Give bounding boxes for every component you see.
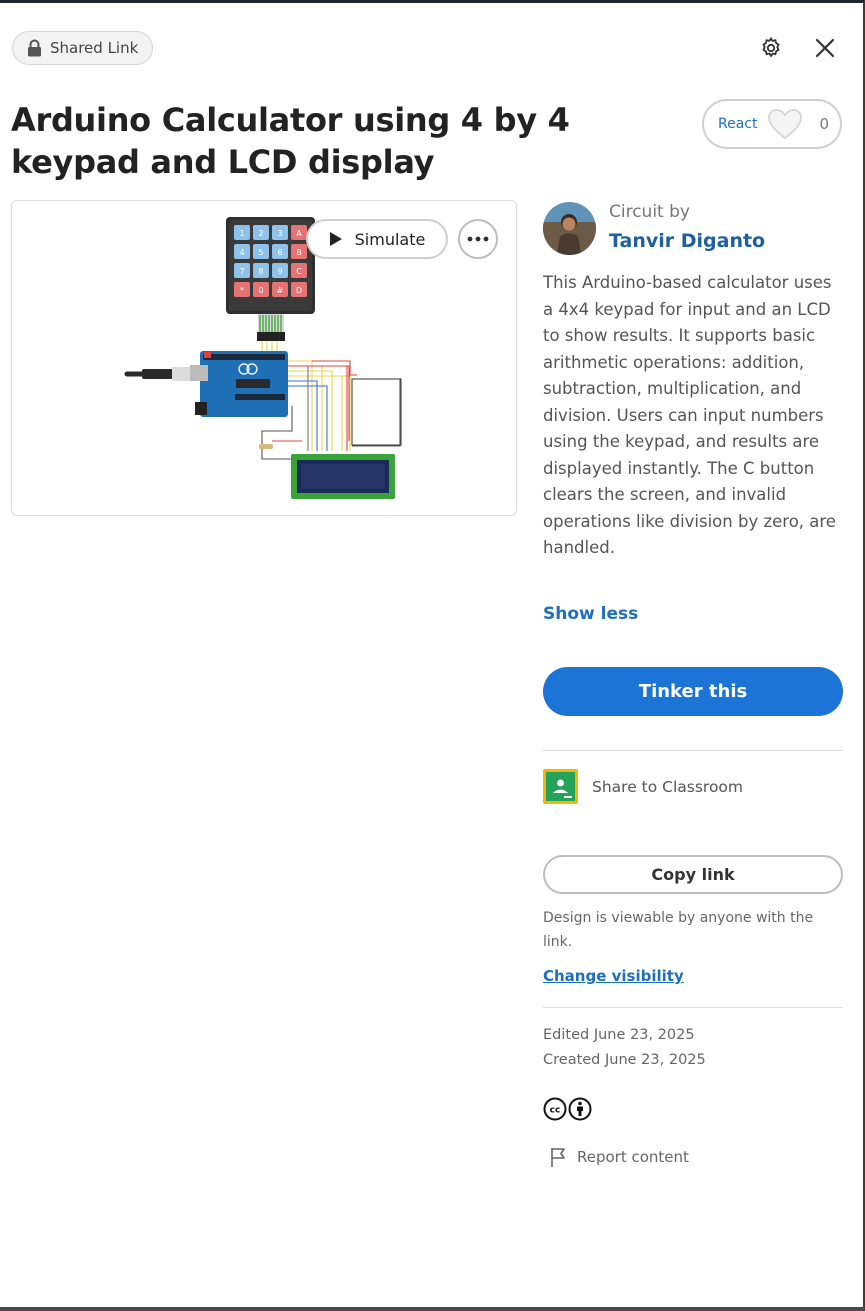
- simulate-button[interactable]: Simulate: [306, 219, 448, 259]
- share-to-classroom-button[interactable]: Share to Classroom: [543, 769, 743, 804]
- keypad-key-label: 2: [258, 229, 263, 238]
- react-count: 0: [819, 115, 830, 133]
- react-label: React: [718, 116, 758, 132]
- copy-link-button[interactable]: Copy link: [543, 855, 843, 894]
- show-less-link[interactable]: Show less: [543, 604, 638, 624]
- close-button[interactable]: [810, 33, 840, 63]
- keypad-key-label: D: [296, 286, 302, 295]
- svg-text:cc: cc: [550, 1106, 561, 1116]
- created-date: Created June 23, 2025: [543, 1052, 706, 1068]
- report-content-button[interactable]: Report content: [549, 1146, 689, 1168]
- author-name-link[interactable]: Tanvir Diganto: [609, 230, 765, 252]
- keypad-key-label: 1: [239, 229, 244, 238]
- keypad-key-label: 5: [258, 248, 263, 257]
- tinker-this-button[interactable]: Tinker this: [543, 667, 843, 716]
- circuit-description: This Arduino-based calculator uses a 4x4…: [543, 273, 836, 557]
- share-to-classroom-label: Share to Classroom: [592, 777, 744, 796]
- attribution-icon: [568, 1097, 592, 1121]
- gear-icon: [762, 36, 780, 58]
- change-visibility-link[interactable]: Change visibility: [543, 967, 684, 985]
- keypad-key-label: B: [296, 248, 302, 257]
- keypad-key-label: 0: [258, 286, 263, 295]
- creative-commons-license[interactable]: cc: [543, 1097, 592, 1121]
- bottom-edge: [0, 1307, 865, 1311]
- divider: [543, 1007, 843, 1008]
- play-icon: [329, 232, 342, 246]
- edited-date: Edited June 23, 2025: [543, 1027, 695, 1043]
- circuit-preview[interactable]: 1 2 3 A 4 5 6 B 7 8 9 C * 0 # D Simulate: [11, 200, 517, 516]
- cc-icon: cc: [543, 1097, 567, 1121]
- report-content-label: Report content: [577, 1148, 689, 1166]
- keypad-key-label: #: [277, 286, 284, 295]
- keypad-key-label: *: [240, 286, 244, 295]
- more-options-button[interactable]: [458, 219, 498, 259]
- keypad-key-label: A: [296, 229, 302, 238]
- keypad-key-label: 3: [277, 229, 282, 238]
- keypad-key-label: 6: [277, 248, 282, 257]
- shared-link-label: Shared Link: [50, 39, 139, 57]
- circuit-by-label: Circuit by: [609, 202, 690, 222]
- close-icon: [815, 38, 835, 58]
- keypad-key-label: 4: [239, 248, 244, 257]
- google-classroom-icon: [543, 769, 578, 804]
- lock-icon: [28, 39, 41, 57]
- flag-icon: [551, 1148, 565, 1167]
- keypad-key-label: 9: [277, 267, 282, 276]
- keypad-key-label: 8: [258, 267, 263, 276]
- share-panel: Shared Link Arduino Calculator using 4 b…: [0, 0, 865, 1311]
- author-avatar[interactable]: [543, 202, 596, 255]
- simulate-label: Simulate: [354, 229, 426, 249]
- page-title: Arduino Calculator using 4 by 4 keypad a…: [11, 101, 570, 181]
- heart-icon: [768, 109, 803, 140]
- keypad-key-label: C: [296, 267, 302, 276]
- settings-button[interactable]: [756, 33, 786, 63]
- more-horizontal-icon: [467, 236, 489, 242]
- react-button[interactable]: React 0: [702, 99, 842, 149]
- visibility-note: Design is viewable by anyone with the li…: [543, 910, 814, 950]
- keypad-key-label: 7: [239, 267, 244, 276]
- divider: [543, 750, 843, 751]
- shared-link-badge[interactable]: Shared Link: [12, 31, 154, 65]
